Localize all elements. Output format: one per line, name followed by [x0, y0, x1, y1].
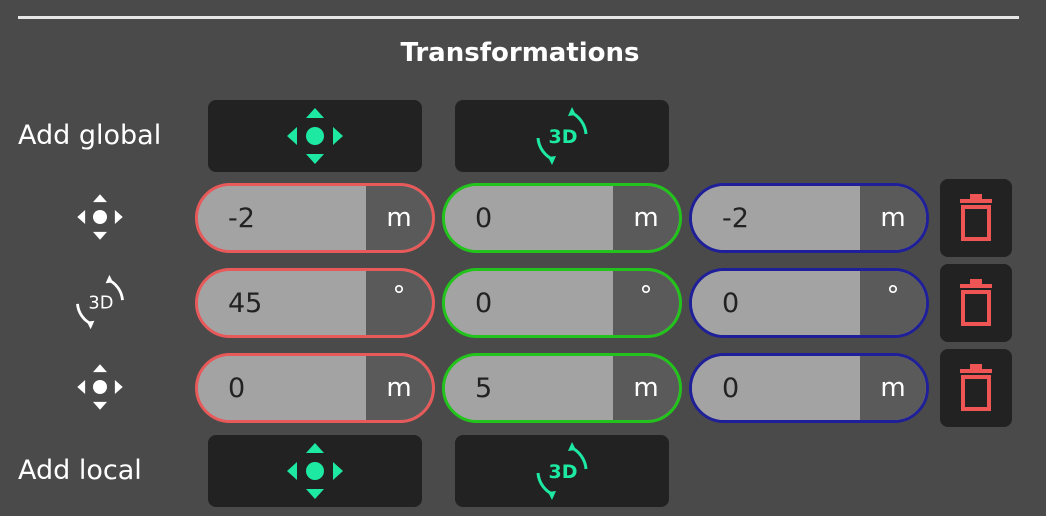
rotate-3d-icon: 3D	[536, 442, 588, 500]
delete-transform-button[interactable]	[940, 264, 1012, 342]
transform-type-icon: 3D	[70, 272, 130, 332]
y-value[interactable]: 0	[445, 186, 613, 250]
add-global-label: Add global	[18, 120, 162, 151]
delete-transform-button[interactable]	[940, 349, 1012, 427]
y-unit: °	[613, 271, 679, 335]
z-field[interactable]: -2 m	[689, 183, 929, 253]
move-arrows-icon	[287, 108, 343, 164]
x-value[interactable]: 0	[198, 356, 366, 420]
delete-transform-button[interactable]	[940, 179, 1012, 257]
rotate-3d-text: 3D	[549, 461, 578, 483]
move-arrows-icon	[287, 443, 343, 499]
y-value[interactable]: 5	[445, 356, 613, 420]
z-value[interactable]: 0	[692, 356, 860, 420]
transform-type-icon	[70, 187, 130, 247]
x-field[interactable]: 45 °	[195, 268, 435, 338]
x-field[interactable]: -2 m	[195, 183, 435, 253]
z-unit: m	[860, 186, 926, 250]
add-local-label: Add local	[18, 455, 142, 486]
y-value[interactable]: 0	[445, 271, 613, 335]
add-local-translate-button[interactable]	[208, 435, 422, 507]
y-field[interactable]: 5 m	[442, 353, 682, 423]
trash-icon	[960, 279, 992, 326]
rotate-3d-text: 3D	[549, 126, 578, 148]
x-unit: m	[366, 186, 432, 250]
z-field[interactable]: 0 °	[689, 268, 929, 338]
z-value[interactable]: -2	[692, 186, 860, 250]
z-unit: m	[860, 356, 926, 420]
y-unit: m	[613, 356, 679, 420]
trash-icon	[960, 194, 992, 241]
x-unit: °	[366, 271, 432, 335]
add-global-rotate-button[interactable]: 3D	[455, 100, 669, 172]
x-field[interactable]: 0 m	[195, 353, 435, 423]
x-unit: m	[366, 356, 432, 420]
x-value[interactable]: -2	[198, 186, 366, 250]
top-divider	[18, 16, 1019, 19]
y-field[interactable]: 0 °	[442, 268, 682, 338]
add-local-rotate-button[interactable]: 3D	[455, 435, 669, 507]
add-global-translate-button[interactable]	[208, 100, 422, 172]
move-arrows-icon	[77, 194, 123, 240]
rotate-3d-icon: 3D	[76, 274, 124, 330]
section-title: Transformations	[400, 38, 640, 68]
trash-icon	[960, 364, 992, 411]
move-arrows-icon	[77, 364, 123, 410]
transform-type-icon	[70, 357, 130, 417]
x-value[interactable]: 45	[198, 271, 366, 335]
rotate-3d-text: 3D	[88, 293, 113, 314]
z-value[interactable]: 0	[692, 271, 860, 335]
rotate-3d-icon: 3D	[536, 107, 588, 165]
z-unit: °	[860, 271, 926, 335]
y-field[interactable]: 0 m	[442, 183, 682, 253]
z-field[interactable]: 0 m	[689, 353, 929, 423]
y-unit: m	[613, 186, 679, 250]
